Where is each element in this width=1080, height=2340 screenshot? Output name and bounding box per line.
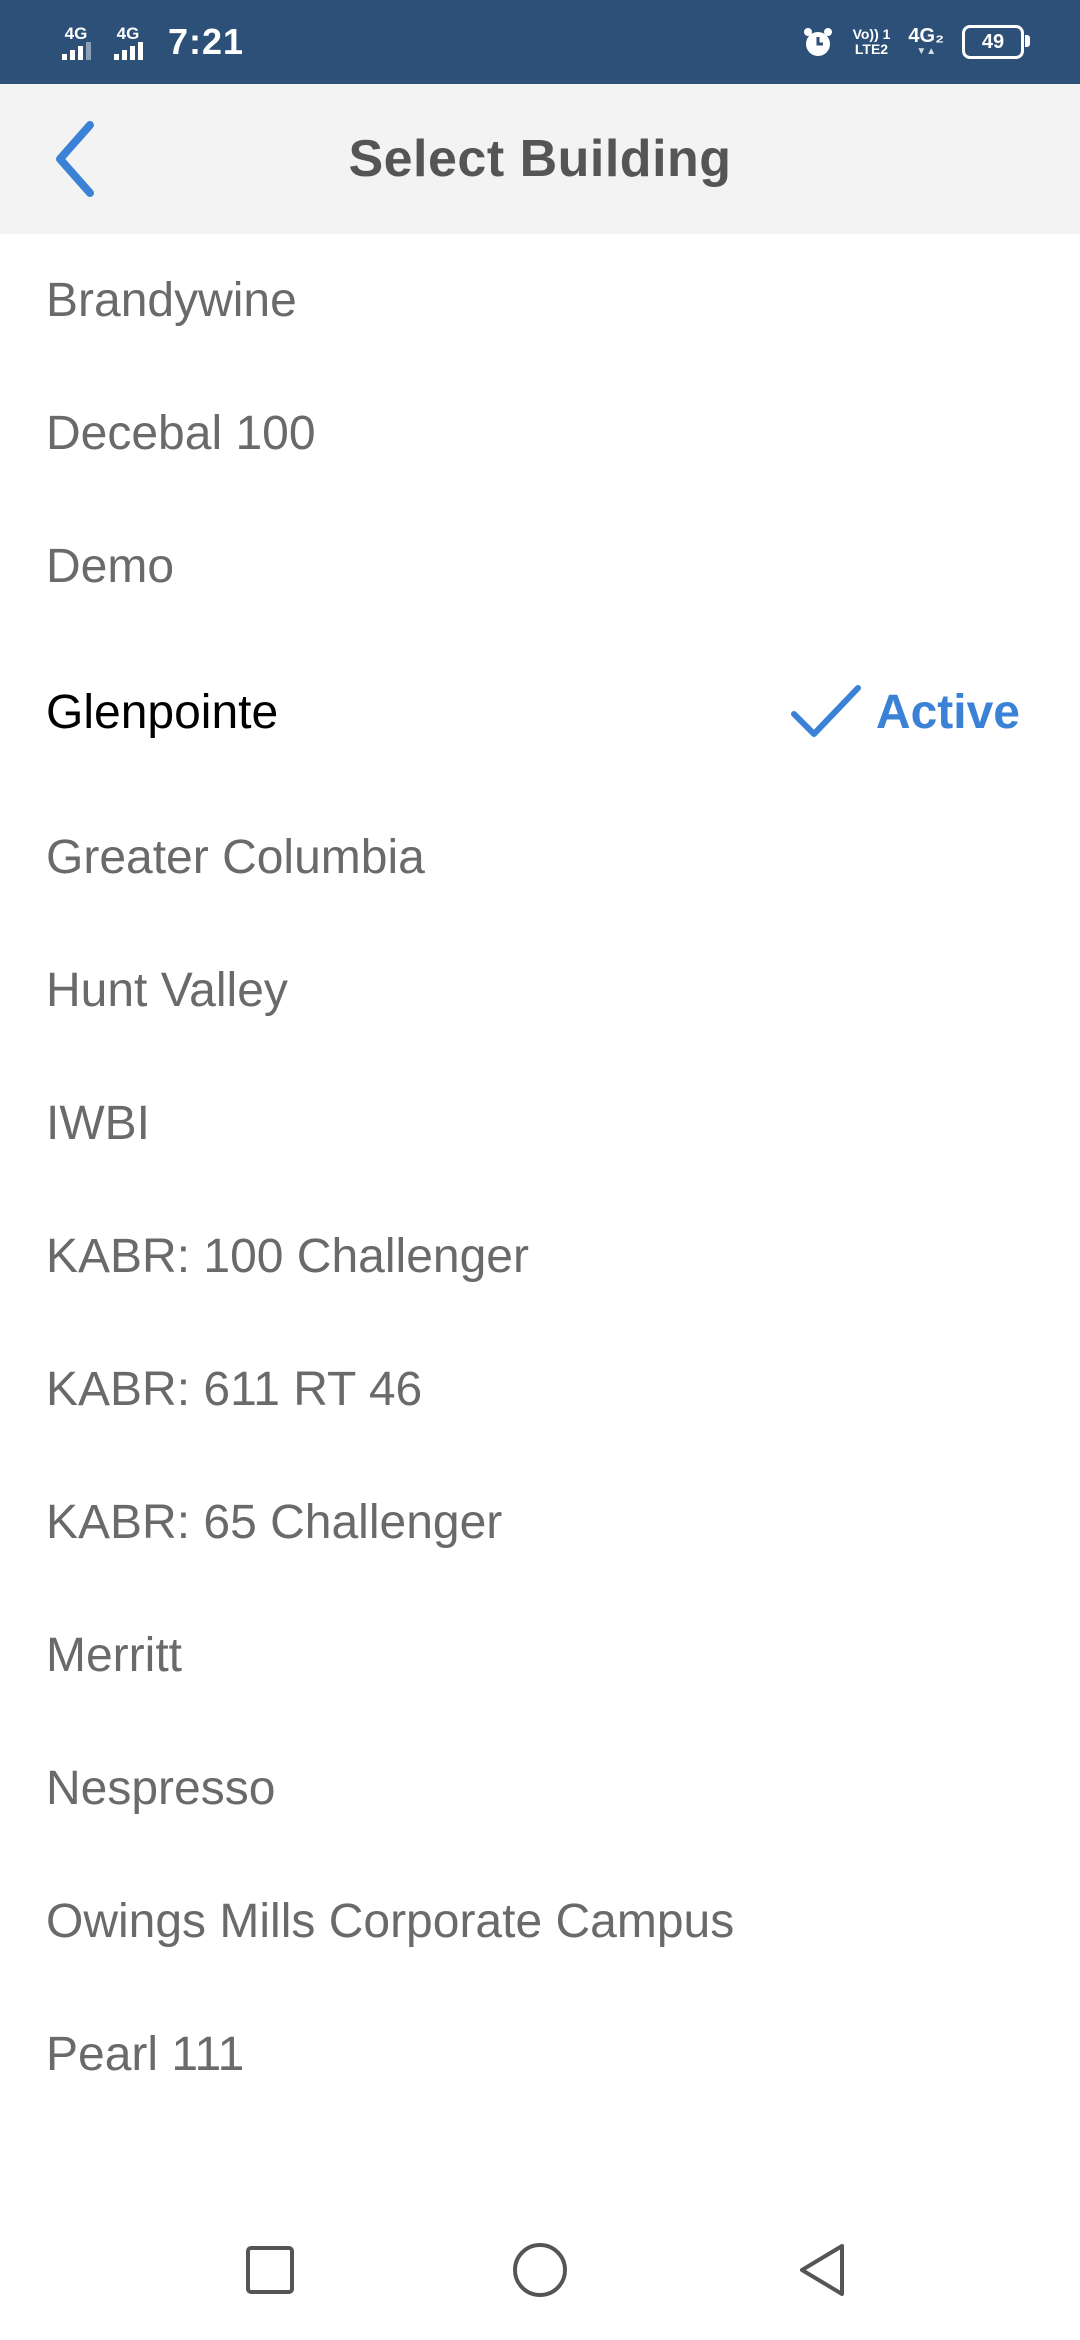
- list-item-iwbi[interactable]: IWBI: [0, 1057, 1080, 1190]
- list-item-kabr-611-rt-46[interactable]: KABR: 611 RT 46: [0, 1323, 1080, 1456]
- building-name: IWBI: [46, 1097, 150, 1150]
- list-item-owings-mills[interactable]: Owings Mills Corporate Campus: [0, 1855, 1080, 1988]
- building-name: KABR: 611 RT 46: [46, 1363, 423, 1416]
- active-label: Active: [875, 685, 1020, 739]
- home-button[interactable]: [500, 2230, 580, 2310]
- recents-square-icon: [246, 2246, 294, 2294]
- building-name: Greater Columbia: [46, 831, 425, 884]
- list-item-hunt-valley[interactable]: Hunt Valley: [0, 924, 1080, 1057]
- chevron-left-icon: [56, 121, 94, 197]
- alarm-icon: [803, 28, 832, 56]
- back-triangle-icon: [800, 2244, 844, 2296]
- app-header: Select Building: [0, 84, 1080, 234]
- back-nav-button[interactable]: [782, 2230, 862, 2310]
- battery-icon: 49: [962, 25, 1030, 59]
- page-title: Select Building: [348, 130, 732, 188]
- building-name: Merritt: [46, 1629, 182, 1682]
- network-type-label: 4G: [64, 23, 88, 43]
- list-item-brandywine[interactable]: Brandywine: [0, 234, 1080, 367]
- checkmark-icon: [790, 685, 861, 737]
- volte-bottom: LTE2: [854, 41, 889, 57]
- network-type-label-2: 4G: [116, 23, 140, 43]
- list-item-greater-columbia[interactable]: Greater Columbia: [0, 791, 1080, 924]
- clock: 7:21: [168, 21, 245, 62]
- data-arrows-icon: ▼▲: [916, 46, 937, 57]
- data-network-indicator: 4G₂ ▼▲: [908, 26, 944, 58]
- list-item-glenpointe[interactable]: Glenpointe Active: [0, 633, 1080, 791]
- list-item-kabr-65-challenger[interactable]: KABR: 65 Challenger: [0, 1456, 1080, 1589]
- status-right: Vo)) 1 LTE2 4G₂ ▼▲ 49: [801, 0, 1030, 84]
- signal-icon-2: 4G: [108, 17, 148, 67]
- signal-icon: 4G: [56, 17, 96, 67]
- home-circle-icon: [513, 2243, 567, 2297]
- building-name: Hunt Valley: [46, 964, 288, 1017]
- list-item-pearl-111[interactable]: Pearl 111: [0, 1988, 1080, 2121]
- building-name: Demo: [46, 540, 175, 593]
- building-list: Brandywine Decebal 100 Demo Glenpointe A…: [0, 234, 1080, 2121]
- recents-button[interactable]: [230, 2230, 310, 2310]
- status-bar: 4G 4G 7:21 Vo)) 1 LTE2 4G₂ ▼▲ 49: [0, 0, 1080, 84]
- list-item-decebal-100[interactable]: Decebal 100: [0, 367, 1080, 500]
- building-name: Brandywine: [46, 274, 297, 327]
- data-network-label: 4G₂: [908, 25, 944, 47]
- volte-indicator: Vo)) 1 LTE2: [853, 27, 891, 57]
- building-name: Decebal 100: [46, 407, 316, 460]
- building-name: KABR: 65 Challenger: [46, 1496, 503, 1549]
- battery-level: 49: [981, 30, 1005, 53]
- list-item-demo[interactable]: Demo: [0, 500, 1080, 633]
- building-name: Glenpointe: [46, 685, 279, 739]
- building-name: Nespresso: [46, 1762, 276, 1815]
- active-badge: Active: [790, 633, 1020, 791]
- list-item-merritt[interactable]: Merritt: [0, 1589, 1080, 1722]
- back-button[interactable]: [40, 119, 110, 199]
- building-name: Pearl 111: [46, 2028, 245, 2081]
- status-left: 4G 4G 7:21: [56, 0, 244, 84]
- system-nav-bar: [0, 2200, 1080, 2340]
- list-item-nespresso[interactable]: Nespresso: [0, 1722, 1080, 1855]
- building-name: Owings Mills Corporate Campus: [46, 1895, 735, 1948]
- list-item-kabr-100-challenger[interactable]: KABR: 100 Challenger: [0, 1190, 1080, 1323]
- building-name: KABR: 100 Challenger: [46, 1230, 529, 1283]
- volte-top: Vo)) 1: [852, 26, 891, 42]
